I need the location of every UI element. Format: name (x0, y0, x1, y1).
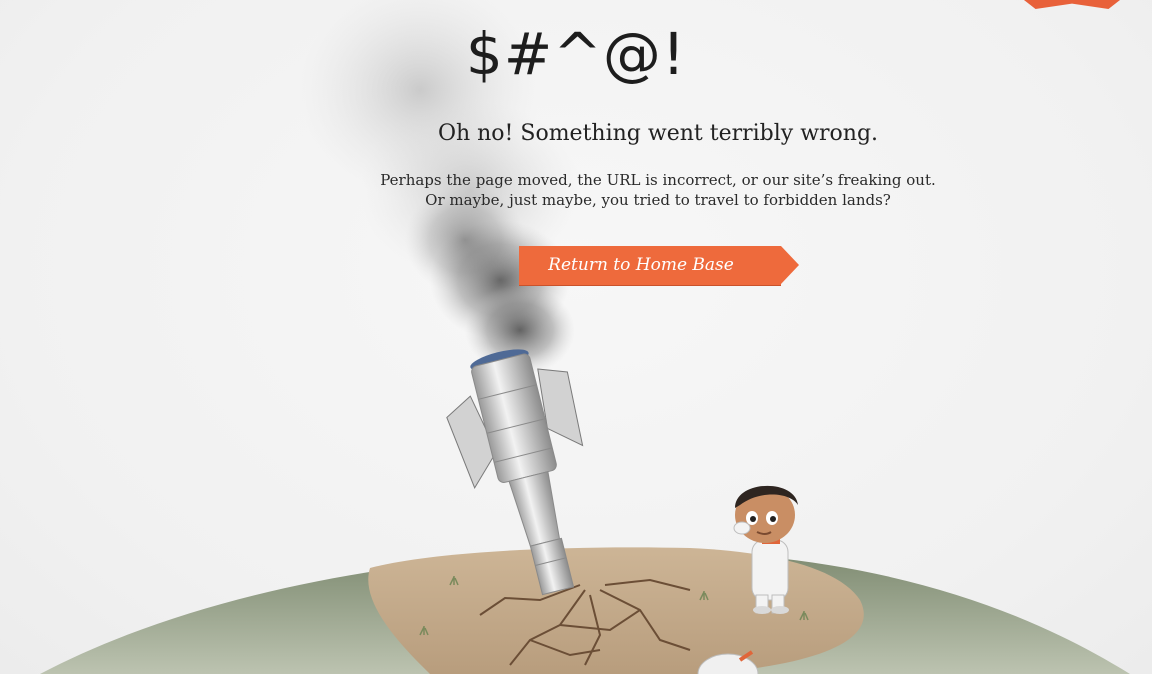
return-home-button[interactable]: Return to Home Base (519, 246, 799, 285)
planet-ground-icon (40, 547, 1130, 674)
error-message-line-1: Perhaps the page moved, the URL is incor… (380, 171, 936, 189)
error-message: Perhaps the page moved, the URL is incor… (0, 170, 1152, 210)
error-message-line-2: Or maybe, just maybe, you tried to trave… (425, 191, 891, 209)
page-title: $#^@! (465, 20, 687, 88)
error-headline: Oh no! Something went terribly wrong. (437, 121, 879, 146)
error-page: $#^@! Oh no! Something went terribly wro… (0, 0, 1152, 674)
crash-scene-illustration (40, 0, 1130, 674)
